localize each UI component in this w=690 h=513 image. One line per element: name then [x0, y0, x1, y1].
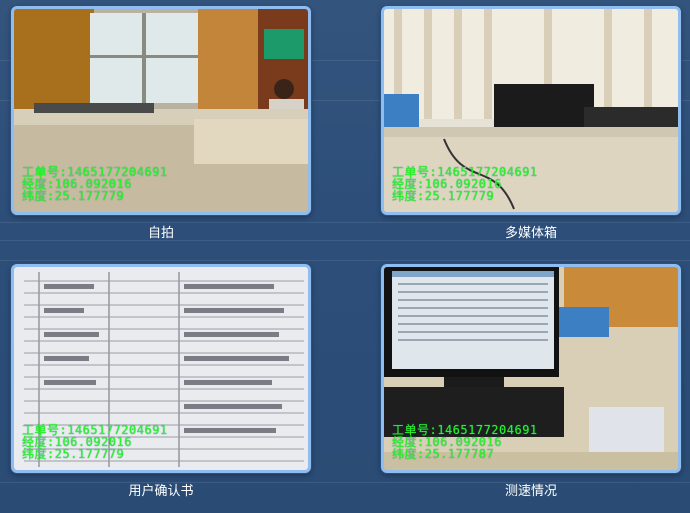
- latitude: 纬度:25.177787: [392, 447, 495, 461]
- latitude: 纬度:25.177779: [392, 189, 495, 203]
- photo-caption: 用户确认书: [128, 484, 194, 499]
- photo-card-selfie[interactable]: 工单号:1465177204691 经度:106.092016 纬度:25.17…: [11, 6, 311, 244]
- photo-thumbnail[interactable]: 工单号:1465177204691 经度:106.092016 纬度:25.17…: [381, 6, 681, 215]
- watermark-stamp: 工单号:1465177204691 经度:106.092016 纬度:25.17…: [22, 166, 168, 202]
- photo-card-multimedia-box[interactable]: 工单号:1465177204691 经度:106.092016 纬度:25.17…: [381, 6, 681, 244]
- watermark-stamp: 工单号:1465177204691 经度:106.092016 纬度:25.17…: [392, 166, 538, 202]
- photo-caption: 测速情况: [504, 484, 557, 499]
- photo-caption: 自拍: [147, 226, 174, 241]
- photo-card-speed-test[interactable]: 工单号:1465177204691 经度:106.092016 纬度:25.17…: [381, 264, 681, 502]
- photo-caption: 多媒体箱: [504, 226, 557, 241]
- photo-card-user-confirmation[interactable]: 工单号:1465177204691 经度:106.092016 纬度:25.17…: [11, 264, 311, 502]
- photo-thumbnail[interactable]: 工单号:1465177204691 经度:106.092016 纬度:25.17…: [11, 264, 311, 473]
- latitude: 纬度:25.177779: [22, 447, 125, 461]
- watermark-stamp: 工单号:1465177204691 经度:106.092016 纬度:25.17…: [22, 424, 168, 460]
- watermark-stamp: 工单号:1465177204691 经度:106.092016 纬度:25.17…: [392, 424, 538, 460]
- latitude: 纬度:25.177779: [22, 189, 125, 203]
- photo-thumbnail[interactable]: 工单号:1465177204691 经度:106.092016 纬度:25.17…: [11, 6, 311, 215]
- photo-thumbnail[interactable]: 工单号:1465177204691 经度:106.092016 纬度:25.17…: [381, 264, 681, 473]
